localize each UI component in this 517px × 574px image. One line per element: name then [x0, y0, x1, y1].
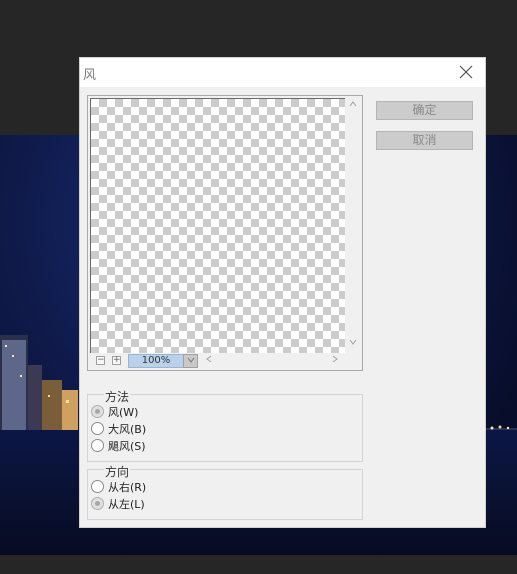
direction-group: 方向 从右(R) 从左(L)	[87, 463, 363, 520]
method-group-title: 方法	[104, 388, 131, 405]
radio-button[interactable]	[91, 422, 104, 435]
dialog-titlebar[interactable]: 风	[80, 58, 485, 87]
radio-button[interactable]	[91, 497, 104, 510]
radio-button[interactable]	[91, 439, 104, 452]
preview-vertical-scrollbar[interactable]	[345, 98, 361, 352]
method-option-label: 大风(B)	[108, 423, 147, 436]
cancel-button[interactable]: 取消	[376, 131, 473, 150]
chevron-left-icon[interactable]	[206, 355, 212, 366]
radio-button[interactable]	[91, 405, 104, 418]
preview-panel: − + 100%	[87, 95, 363, 371]
chevron-right-icon[interactable]	[332, 355, 338, 366]
method-option-label: 风(W)	[108, 406, 139, 419]
ok-button[interactable]: 确定	[376, 101, 473, 120]
chevron-up-icon[interactable]	[349, 100, 357, 109]
close-icon[interactable]	[457, 63, 475, 81]
direction-option-label: 从左(L)	[108, 498, 145, 511]
direction-option-label: 从右(R)	[108, 481, 147, 494]
dialog-title: 风	[83, 68, 97, 83]
zoom-in-button[interactable]: +	[112, 356, 121, 365]
zoom-dropdown-button[interactable]	[183, 354, 198, 368]
wind-filter-dialog: 风 − + 100% 确定 取消 方法 风(W) 大风(B) 飓风(S) 方向 …	[79, 57, 486, 528]
zoom-out-button[interactable]: −	[96, 356, 105, 365]
direction-group-title: 方向	[104, 463, 131, 480]
chevron-down-icon[interactable]	[349, 338, 357, 347]
preview-canvas[interactable]	[90, 98, 345, 353]
zoom-level-field[interactable]: 100%	[128, 354, 184, 368]
method-group: 方法 风(W) 大风(B) 飓风(S)	[87, 388, 363, 462]
radio-button[interactable]	[91, 480, 104, 493]
preview-zoom-bar: − + 100%	[90, 353, 362, 369]
chevron-down-icon	[187, 357, 194, 363]
method-option-label: 飓风(S)	[108, 440, 146, 453]
canvas-bottom-border	[0, 555, 517, 574]
city-skyline-image	[0, 335, 78, 435]
